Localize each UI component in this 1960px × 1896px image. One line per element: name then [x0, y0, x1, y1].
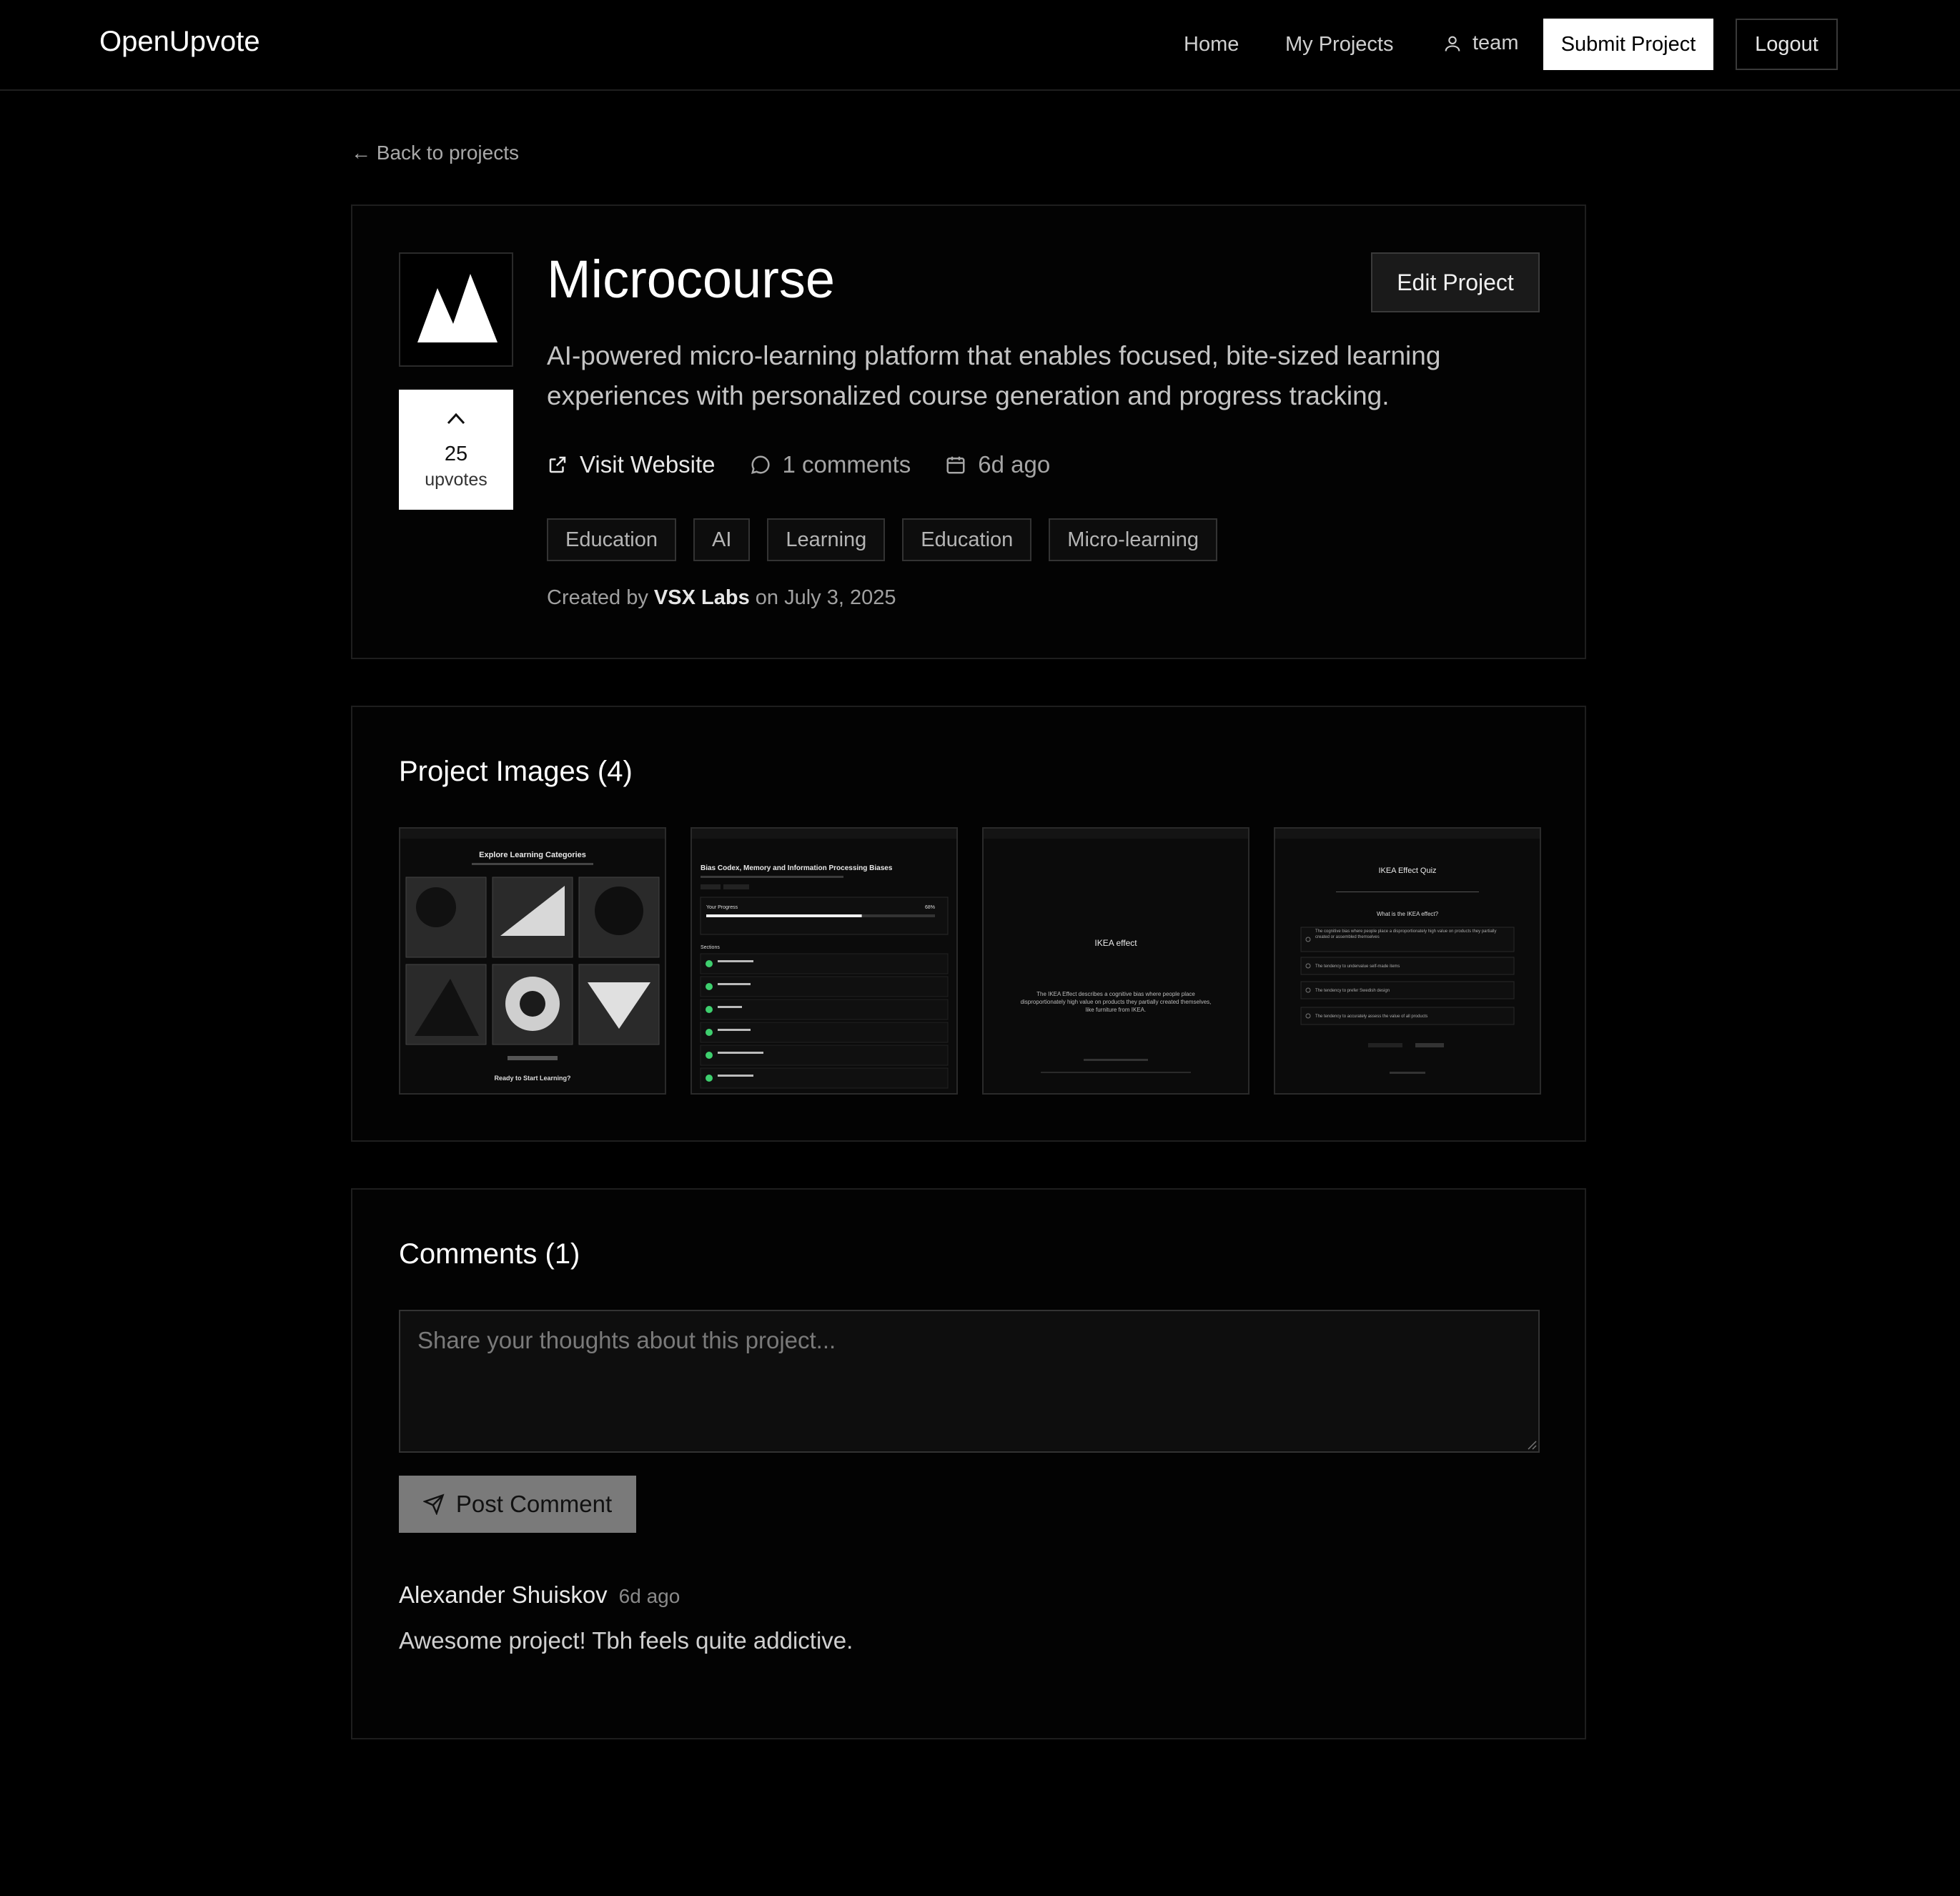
- thumb-heading: IKEA Effect Quiz: [1378, 866, 1436, 875]
- progress-label: Your Progress: [706, 905, 738, 910]
- quiz-option: The tendency to undervalue self-made ite…: [1315, 964, 1400, 969]
- project-image-thumb[interactable]: Bias Codex, Memory and Information Proce…: [691, 827, 958, 1095]
- tag[interactable]: Micro-learning: [1049, 518, 1218, 561]
- resize-handle-icon[interactable]: [1525, 1438, 1537, 1450]
- logout-button[interactable]: Logout: [1736, 19, 1838, 70]
- screenshot-quiz: IKEA Effect Quiz What is the IKEA effect…: [1275, 829, 1540, 1093]
- project-image-thumb[interactable]: IKEA Effect Quiz What is the IKEA effect…: [1274, 827, 1541, 1095]
- quiz-question: What is the IKEA effect?: [1377, 911, 1439, 917]
- comment-icon: [751, 455, 770, 475]
- send-icon: [422, 1493, 445, 1515]
- post-comment-label: Post Comment: [455, 1491, 613, 1517]
- nav-my-projects-link[interactable]: My Projects: [1285, 33, 1393, 56]
- tag-list: Education AI Learning Education Micro-le…: [547, 518, 1218, 561]
- nav-user-name: team: [1473, 31, 1519, 54]
- screenshot-progress: Bias Codex, Memory and Information Proce…: [692, 829, 956, 1093]
- project-age-text: 6d ago: [978, 451, 1051, 478]
- tag[interactable]: Education: [902, 518, 1032, 561]
- created-by-line: Created by VSX Labs on July 3, 2025: [547, 586, 896, 610]
- project-image-thumb[interactable]: IKEA effect The IKEA Effect describes a …: [982, 827, 1249, 1095]
- tag[interactable]: Learning: [767, 518, 886, 561]
- screenshot-concept: IKEA effect The IKEA Effect describes a …: [984, 829, 1248, 1093]
- comments-count-link[interactable]: 1 comments: [750, 451, 911, 478]
- thumb-heading: Explore Learning Categories: [479, 851, 586, 859]
- comment-body: Awesome project! Tbh feels quite addicti…: [399, 1627, 853, 1654]
- user-icon: [1445, 36, 1460, 51]
- chevron-up-icon: [447, 413, 465, 425]
- thumb-body: The IKEA Effect describes a cognitive bi…: [1020, 991, 1212, 1013]
- quiz-option: The tendency to prefer Swedish design: [1315, 989, 1390, 993]
- images-section-title: Project Images (4): [399, 756, 633, 787]
- comments-count: 1 comments: [782, 451, 911, 478]
- project-image-thumb[interactable]: Explore Learning Categories Ready to Sta…: [399, 827, 666, 1095]
- tag[interactable]: Education: [547, 518, 676, 561]
- progress-percent: 68%: [925, 905, 935, 910]
- visit-website-label: Visit Website: [580, 451, 716, 478]
- external-link-icon: [549, 456, 566, 473]
- visit-website-link[interactable]: Visit Website: [547, 451, 716, 478]
- nav-user-menu[interactable]: team: [1442, 31, 1518, 55]
- project-logo-icon: [417, 274, 498, 342]
- upvote-label: upvotes: [425, 470, 487, 490]
- image-gallery: Explore Learning Categories Ready to Sta…: [399, 827, 1541, 1095]
- progress-fill: [706, 914, 862, 917]
- post-comment-button[interactable]: Post Comment: [399, 1476, 636, 1533]
- project-logo: [399, 252, 513, 367]
- project-title: Microcourse: [547, 250, 835, 309]
- creator-name[interactable]: VSX Labs: [654, 586, 750, 609]
- thumb-heading: IKEA effect: [1094, 938, 1137, 948]
- upvote-count: 25: [444, 443, 468, 465]
- submit-project-button[interactable]: Submit Project: [1543, 19, 1713, 70]
- comment-header: Alexander Shuiskov 6d ago: [399, 1581, 680, 1609]
- project-images-card: Project Images (4) Explore Learning Cate…: [351, 706, 1586, 1142]
- quiz-option: The cognitive bias where people place a …: [1315, 929, 1497, 939]
- project-age: 6d ago: [945, 451, 1050, 478]
- calendar-icon: [946, 456, 965, 474]
- comments-card: Comments (1) Post Comment Alexander Shui…: [351, 1188, 1586, 1739]
- comment-time: 6d ago: [618, 1585, 680, 1607]
- project-description: AI-powered micro-learning platform that …: [547, 341, 1441, 410]
- thumb-heading: Bias Codex, Memory and Information Proce…: [701, 864, 893, 872]
- brand-logo[interactable]: OpenUpvote: [99, 26, 260, 58]
- created-prefix: Created by: [547, 586, 648, 609]
- edit-project-button[interactable]: Edit Project: [1371, 252, 1540, 312]
- project-meta: Visit Website 1 comments 6d ago: [547, 449, 1084, 480]
- top-navbar: OpenUpvote Home My Projects team Submit …: [0, 0, 1960, 91]
- screenshot-categories: Explore Learning Categories Ready to Sta…: [400, 829, 665, 1093]
- quiz-option: The tendency to accurately assess the va…: [1315, 1014, 1427, 1019]
- sections-label: Sections: [701, 945, 720, 950]
- created-date: on July 3, 2025: [755, 586, 896, 609]
- comments-section-title: Comments (1): [399, 1238, 580, 1270]
- project-card: 25 upvotes Microcourse Edit Project AI-p…: [351, 204, 1586, 659]
- comment-input[interactable]: [399, 1310, 1540, 1453]
- nav-home-link[interactable]: Home: [1184, 33, 1239, 56]
- upvote-button[interactable]: 25 upvotes: [399, 390, 513, 510]
- comment-author-name: Alexander Shuiskov: [399, 1581, 608, 1608]
- back-to-projects-link[interactable]: ← Back to projects: [351, 142, 519, 164]
- tag[interactable]: AI: [693, 518, 751, 561]
- thumb-footer: Ready to Start Learning?: [494, 1075, 570, 1082]
